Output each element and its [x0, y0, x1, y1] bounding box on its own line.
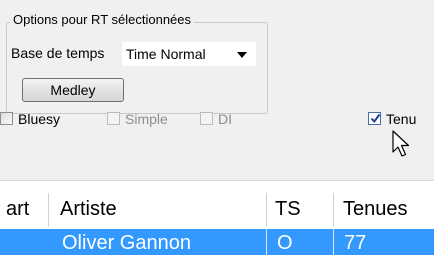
cell-divider	[333, 229, 334, 255]
medley-button[interactable]: Medley	[22, 78, 124, 102]
column-divider[interactable]	[266, 193, 267, 227]
tenu-checkbox-box[interactable]	[368, 112, 381, 125]
column-header-tenues[interactable]: Tenues	[343, 189, 434, 229]
column-divider[interactable]	[48, 193, 49, 227]
simple-checkbox-box	[107, 112, 120, 125]
column-header-artiste[interactable]: Artiste	[60, 189, 260, 229]
base-de-temps-label: Base de temps	[11, 45, 105, 61]
dl-checkbox-box	[200, 112, 213, 125]
chevron-down-icon[interactable]	[237, 52, 247, 58]
table-header: art Artiste TS Tenues	[0, 189, 434, 229]
group-title: Options pour RT sélectionnées	[10, 12, 195, 28]
column-header-ts[interactable]: TS	[275, 189, 325, 229]
options-panel: Options pour RT sélectionnées Base de te…	[0, 0, 434, 180]
dl-checkbox: DI	[200, 110, 240, 128]
time-select-value: Time Normal	[126, 46, 206, 62]
mouse-pointer-icon	[392, 130, 410, 157]
tenu-checkbox-label[interactable]: Tenu	[386, 110, 416, 128]
checkmark-icon	[370, 113, 381, 124]
cell-tenues[interactable]: 77	[344, 229, 434, 255]
dl-checkbox-label: DI	[218, 111, 232, 127]
table-row[interactable]: Oliver Gannon O 77	[0, 229, 434, 255]
time-select[interactable]: Time Normal	[122, 42, 256, 66]
simple-checkbox: Simple	[107, 110, 177, 128]
simple-checkbox-label: Simple	[125, 111, 168, 127]
bluesy-checkbox[interactable]: Bluesy	[0, 110, 70, 128]
cell-ts[interactable]: O	[277, 229, 327, 255]
bluesy-checkbox-box[interactable]	[0, 112, 13, 125]
cell-divider	[266, 229, 267, 255]
cell-artiste[interactable]: Oliver Gannon	[62, 229, 262, 255]
column-header-art[interactable]: art	[6, 189, 44, 229]
bluesy-checkbox-label[interactable]: Bluesy	[18, 110, 60, 128]
tenu-checkbox[interactable]: Tenu	[368, 110, 434, 128]
column-divider[interactable]	[333, 193, 334, 227]
